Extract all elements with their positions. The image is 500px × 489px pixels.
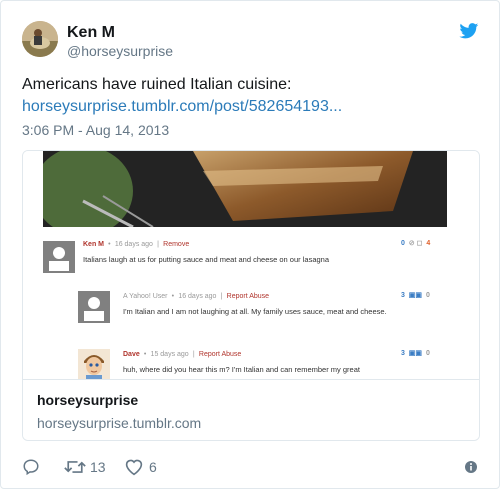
vote-up-count: 0 <box>401 240 405 247</box>
comment-text: I'm Italian and I am not laughing at all… <box>123 307 387 316</box>
retweet-button[interactable]: 13 <box>64 457 106 477</box>
remove-link: Remove <box>163 241 190 248</box>
comment-text: huh, where did you hear this m? I'm Ital… <box>123 365 360 374</box>
retweet-count: 13 <box>90 459 106 475</box>
card-meta[interactable]: horseysurprise horseysurprise.tumblr.com <box>23 379 479 440</box>
info-button[interactable] <box>464 457 478 477</box>
vote-counts: 3 ▣▣ 0 <box>401 349 430 357</box>
vote-icons: ⊘ ◻ <box>406 240 425 247</box>
twitter-bird-icon[interactable] <box>459 23 479 39</box>
reply-button[interactable] <box>22 457 40 477</box>
vote-up-count: 3 <box>401 350 405 357</box>
reply-icon <box>23 459 39 476</box>
comment-time: 16 days ago <box>114 241 153 248</box>
vote-counts: 0 ⊘ ◻ 4 <box>401 239 430 247</box>
comment-user: Dave <box>123 351 140 358</box>
info-icon <box>465 461 477 473</box>
comment-user: Ken M <box>83 241 104 248</box>
comment-separator: • <box>141 351 149 358</box>
author-handle[interactable]: @horseysurprise <box>67 43 173 59</box>
vote-down-count: 0 <box>425 350 430 357</box>
tweet-actions: 13 6 <box>22 457 478 477</box>
comment-pipe: | <box>155 241 161 248</box>
comment-text: Italians laugh at us for putting sauce a… <box>83 255 330 264</box>
vote-icons: ▣▣ <box>406 292 424 299</box>
report-abuse-link: Report Abuse <box>198 351 242 358</box>
tweet-timestamp[interactable]: 3:06 PM - Aug 14, 2013 <box>22 122 169 138</box>
comment-avatar <box>78 291 110 323</box>
comment-separator: • <box>106 241 113 248</box>
like-count: 6 <box>149 459 157 475</box>
like-button[interactable]: 6 <box>124 457 157 477</box>
avatar[interactable] <box>22 21 58 57</box>
card-image: Ken M • 16 days ago | Remove Italians la… <box>23 151 479 381</box>
link-card[interactable]: Ken M • 16 days ago | Remove Italians la… <box>22 150 480 441</box>
tweet-body: Americans have ruined Italian cuisine: <box>22 76 292 93</box>
comment-1-header: Ken M • 16 days ago | Remove <box>83 239 189 248</box>
tweet-link[interactable]: horseysurprise.tumblr.com/post/582654193… <box>22 98 342 115</box>
heart-icon <box>125 459 143 476</box>
comment-avatar <box>43 241 75 273</box>
comment-pipe: | <box>218 293 225 300</box>
vote-up-count: 3 <box>401 292 405 299</box>
comment-user: A Yahoo! User <box>123 293 168 300</box>
tweet-text: Americans have ruined Italian cuisine: h… <box>22 74 482 118</box>
vote-counts: 3 ▣▣ 0 <box>401 291 430 299</box>
comment-2-header: A Yahoo! User • 16 days ago | Report Abu… <box>123 291 269 300</box>
lasagna-photo <box>43 151 447 227</box>
vote-icons: ▣▣ <box>406 350 424 357</box>
report-abuse-link: Report Abuse <box>226 293 270 300</box>
comment-pipe: | <box>190 351 197 358</box>
card-title[interactable]: horseysurprise <box>37 392 138 408</box>
card-domain[interactable]: horseysurprise.tumblr.com <box>37 415 201 431</box>
comment-separator: • <box>169 293 177 300</box>
vote-down-count: 4 <box>426 240 431 247</box>
tweet-embed: Ken M @horseysurprise Americans have rui… <box>0 0 500 489</box>
comment-time: 15 days ago <box>150 351 189 358</box>
comment-3-header: Dave • 15 days ago | Report Abuse <box>123 349 241 358</box>
tweet-header: Ken M @horseysurprise <box>22 21 479 61</box>
author-name[interactable]: Ken M <box>67 24 115 42</box>
retweet-icon <box>64 461 86 473</box>
comment-time: 16 days ago <box>178 293 217 300</box>
comment-avatar <box>78 349 110 381</box>
vote-down-count: 0 <box>425 292 430 299</box>
